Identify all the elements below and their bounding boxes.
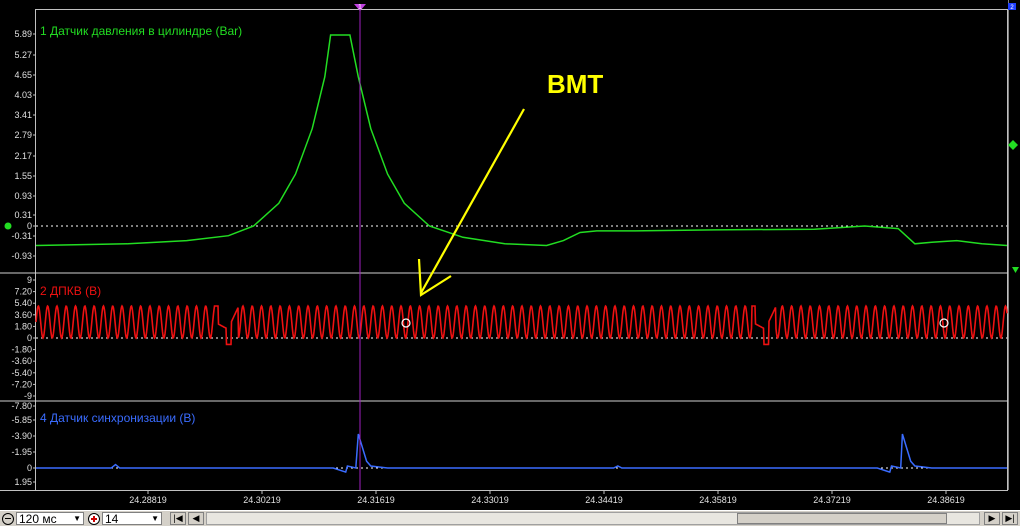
x-tick-label: 24.38619 bbox=[927, 495, 965, 505]
channel-title-3: 4 Датчик синхронизации (В) bbox=[40, 411, 195, 425]
y-tick-label: 1.55 bbox=[14, 171, 32, 181]
crank-sensor-trace bbox=[35, 304, 1008, 346]
timebase-select[interactable]: 120 мс ▼ bbox=[16, 511, 84, 526]
y-tick-label: 1.95 bbox=[14, 477, 32, 487]
y-tick-label: -5.40 bbox=[11, 368, 32, 378]
y-tick-label: -1.95 bbox=[11, 447, 32, 457]
y-tick-label: 3.60 bbox=[14, 310, 32, 320]
annotation-arrow bbox=[420, 108, 525, 294]
y-tick-label: -3.90 bbox=[11, 431, 32, 441]
x-tick-label: 24.34419 bbox=[585, 495, 623, 505]
y-tick-label: 4.03 bbox=[14, 90, 32, 100]
status-bar: 120 мс ▼ 14 ▼ |◀ ◀ ▶ ▶| bbox=[0, 510, 1020, 526]
channels-control[interactable]: 14 ▼ bbox=[86, 512, 162, 526]
x-tick-label: 24.35819 bbox=[699, 495, 737, 505]
x-tick-label: 24.33019 bbox=[471, 495, 509, 505]
timebase-control[interactable]: 120 мс ▼ bbox=[0, 512, 84, 526]
y-tick-label: 2.79 bbox=[14, 130, 32, 140]
oscilloscope-view[interactable]: 5.89 5.27 4.65 4.03 3.41 2.79 2.17 1.55 0.93 0.31… bbox=[0, 0, 1020, 510]
y-axis-2: 9 7.205.40 3.601.80 0 -1.80-3.60 -5.40-7.20 -9 bbox=[11, 275, 36, 401]
y-tick-label: -1.80 bbox=[11, 345, 32, 355]
channel-title-1: 1 Датчик давления в цилиндре (Bar) bbox=[40, 24, 242, 38]
y-tick-label: -5.85 bbox=[11, 415, 32, 425]
chevron-down-icon[interactable]: ▼ bbox=[151, 514, 159, 523]
y-tick-label: 0.93 bbox=[14, 191, 32, 201]
chevron-down-icon[interactable]: ▼ bbox=[73, 514, 81, 523]
y-axis-1: 5.89 5.27 4.65 4.03 3.41 2.79 2.17 1.55 0.93 0.31… bbox=[11, 29, 36, 261]
timebase-value: 120 мс bbox=[19, 511, 57, 526]
y-axis-3: -7.80 -5.85 -3.90 -1.95 0 1.95 bbox=[11, 401, 36, 487]
scrollbar-thumb[interactable] bbox=[737, 513, 947, 524]
y-tick-label: 0 bbox=[27, 463, 32, 473]
zoom-out-icon[interactable] bbox=[2, 512, 14, 525]
channels-select[interactable]: 14 ▼ bbox=[102, 511, 162, 526]
zero-marker bbox=[4, 222, 12, 230]
annotation-label: ВМТ bbox=[547, 69, 603, 99]
y-tick-label: 9 bbox=[27, 275, 32, 285]
y-tick-label: 4.65 bbox=[14, 70, 32, 80]
time-scrollbar[interactable] bbox=[206, 512, 980, 525]
y-tick-label: 3.41 bbox=[14, 110, 32, 120]
y-tick-label: -0.31 bbox=[11, 231, 32, 241]
scroll-first-button[interactable]: |◀ bbox=[170, 512, 186, 525]
y-tick-label: 0 bbox=[27, 221, 32, 231]
y-tick-label: -9 bbox=[24, 391, 32, 401]
right-marker-strip bbox=[1008, 0, 1020, 510]
y-tick-label: -7.80 bbox=[11, 401, 32, 411]
scroll-prev-button[interactable]: ◀ bbox=[188, 512, 204, 525]
scroll-next-button[interactable]: ▶ bbox=[984, 512, 1000, 525]
x-tick-label: 24.30219 bbox=[243, 495, 281, 505]
x-tick-label: 24.31619 bbox=[357, 495, 395, 505]
y-tick-label: 2.17 bbox=[14, 151, 32, 161]
pressure-trace bbox=[35, 34, 1008, 247]
y-tick-label: 5.27 bbox=[14, 50, 32, 60]
cursor-label: 1 bbox=[358, 4, 362, 11]
channel-title-2: 2 ДПКВ (В) bbox=[40, 284, 101, 298]
y-tick-label: 5.40 bbox=[14, 298, 32, 308]
channels-value: 14 bbox=[105, 511, 119, 526]
x-tick-label: 24.37219 bbox=[813, 495, 851, 505]
y-tick-label: 7.20 bbox=[14, 287, 32, 297]
y-tick-label: -7.20 bbox=[11, 379, 32, 389]
x-tick-label: 24.28819 bbox=[129, 495, 167, 505]
sync-sensor-trace bbox=[36, 433, 1007, 474]
y-tick-label: -0.93 bbox=[11, 251, 32, 261]
y-tick-label: -3.60 bbox=[11, 356, 32, 366]
y-tick-label: 0 bbox=[27, 333, 32, 343]
zoom-in-icon[interactable] bbox=[88, 512, 100, 525]
y-tick-label: 1.80 bbox=[14, 321, 32, 331]
y-tick-label: 5.89 bbox=[14, 29, 32, 39]
oscilloscope-plot[interactable]: 5.89 5.27 4.65 4.03 3.41 2.79 2.17 1.55 0.93 0.31… bbox=[0, 0, 1020, 510]
y-tick-label: 0.31 bbox=[14, 210, 32, 220]
scroll-last-button[interactable]: ▶| bbox=[1002, 512, 1018, 525]
